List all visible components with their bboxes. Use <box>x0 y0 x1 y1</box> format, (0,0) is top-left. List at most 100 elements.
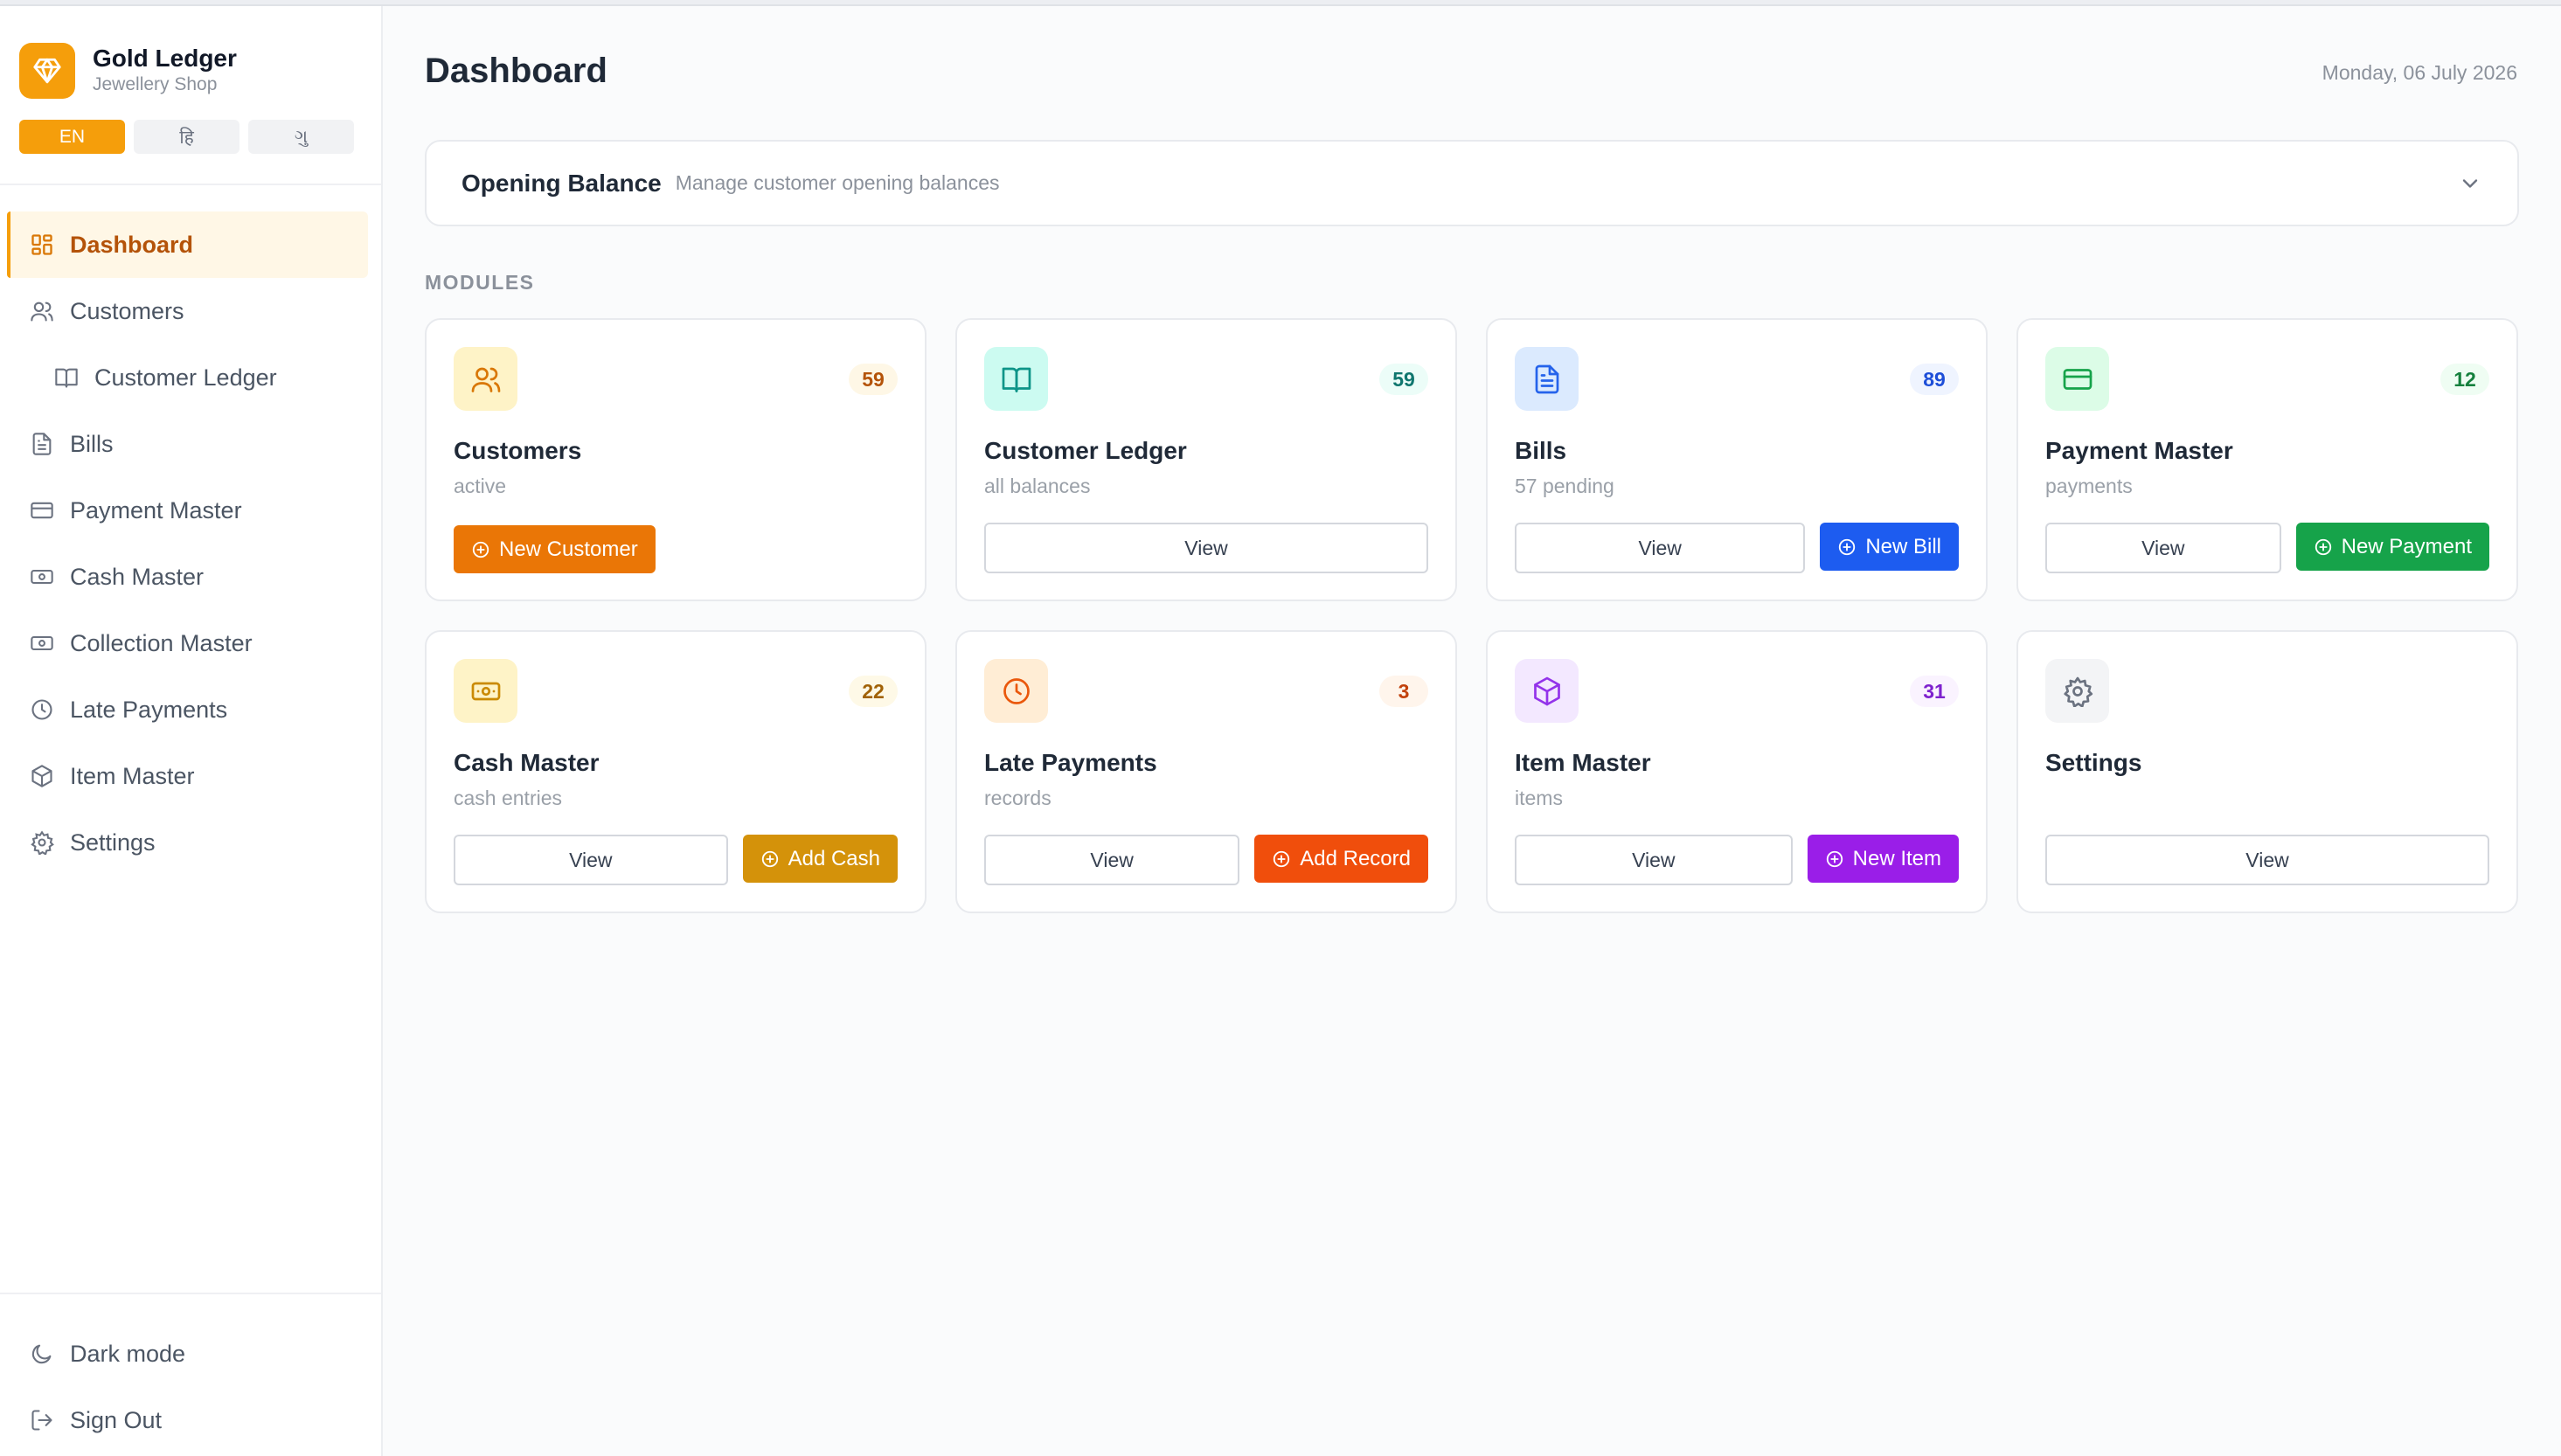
lang-gu-button[interactable]: ગુ <box>248 120 354 154</box>
action-label: New Bill <box>1865 534 1941 558</box>
sidebar-item-label: Customers <box>70 297 184 324</box>
grid-icon <box>28 231 56 259</box>
gear-icon <box>2045 659 2109 723</box>
view-item-master-button[interactable]: View <box>1515 835 1793 885</box>
module-subtitle: records <box>984 787 1051 809</box>
book-icon <box>52 364 80 392</box>
window-top-border <box>0 0 2561 6</box>
module-title: Late Payments <box>984 749 1157 776</box>
chevron-down-icon[interactable] <box>2458 171 2482 200</box>
card-icon <box>28 496 56 524</box>
diamond-icon <box>19 43 75 99</box>
action-label: New Customer <box>499 537 638 561</box>
view-bills-button[interactable]: View <box>1515 523 1806 573</box>
dark-mode-toggle[interactable]: Dark mode <box>0 1321 381 1387</box>
sidebar-item-late-payments[interactable]: Late Payments <box>0 676 381 743</box>
sidebar-item-payment-master[interactable]: Payment Master <box>0 477 381 544</box>
plus-circle-icon <box>760 849 780 869</box>
new-item-button[interactable]: New Item <box>1807 835 1959 883</box>
sidebar-item-item-master[interactable]: Item Master <box>0 743 381 809</box>
sidebar-item-settings[interactable]: Settings <box>0 809 381 876</box>
module-card-late-payments: 3 Late Payments records View Add Record <box>955 630 1457 913</box>
opening-balance-panel[interactable]: Opening Balance Manage customer opening … <box>425 140 2519 226</box>
module-card-customer-ledger: 59 Customer Ledger all balances View <box>955 318 1457 601</box>
moon-icon <box>28 1340 56 1368</box>
modules-grid: 59 Customers active New Customer 59 Custome… <box>425 318 2519 913</box>
module-subtitle: payments <box>2045 475 2133 497</box>
module-card-customers: 59 Customers active New Customer <box>425 318 927 601</box>
module-card-payment-master: 12 Payment Master payments View New Payment <box>2016 318 2518 601</box>
count-badge: 59 <box>849 364 898 395</box>
module-actions: New Customer <box>454 523 898 573</box>
count-badge: 3 <box>1379 676 1428 707</box>
current-date: Monday, 06 July 2026 <box>2322 61 2517 84</box>
action-label: New Item <box>1852 846 1941 870</box>
module-subtitle: all balances <box>984 475 1091 497</box>
module-title: Settings <box>2045 749 2142 776</box>
sidebar-item-collection-master[interactable]: Collection Master <box>0 610 381 676</box>
module-title: Item Master <box>1515 749 1651 776</box>
new-bill-button[interactable]: New Bill <box>1820 523 1959 571</box>
module-title: Payment Master <box>2045 437 2233 464</box>
module-actions: View New Payment <box>2045 523 2489 573</box>
module-actions: View <box>984 523 1428 573</box>
sign-out-button[interactable]: Sign Out <box>0 1387 381 1453</box>
sidebar-item-dashboard[interactable]: Dashboard <box>7 211 368 278</box>
action-label: Add Cash <box>788 846 880 870</box>
module-subtitle: active <box>454 475 507 497</box>
lang-hi-button[interactable]: हि <box>134 120 239 154</box>
users-icon <box>454 347 517 411</box>
sidebar-item-label: Item Master <box>70 762 195 789</box>
file-icon <box>28 430 56 458</box>
dark-mode-label: Dark mode <box>70 1340 186 1367</box>
box-icon <box>1515 659 1579 723</box>
sidebar-item-label: Collection Master <box>70 629 253 656</box>
module-card-settings: Settings View <box>2016 630 2518 913</box>
new-customer-button[interactable]: New Customer <box>454 525 656 573</box>
module-subtitle: 57 pending <box>1515 475 1614 497</box>
view-late-payments-button[interactable]: View <box>984 835 1240 885</box>
view-customer-ledger-button[interactable]: View <box>984 523 1428 573</box>
view-cash-master-button[interactable]: View <box>454 835 728 885</box>
module-title: Customers <box>454 437 582 464</box>
plus-circle-icon <box>2314 537 2333 557</box>
brand-name: Gold Ledger <box>93 45 237 72</box>
count-badge: 31 <box>1910 676 1959 707</box>
book-icon <box>984 347 1048 411</box>
opening-balance-subtitle: Manage customer opening balances <box>675 171 1000 194</box>
sidebar-item-cash-master[interactable]: Cash Master <box>0 544 381 610</box>
module-card-cash-master: 22 Cash Master cash entries View Add Cash <box>425 630 927 913</box>
clock-icon <box>984 659 1048 723</box>
sidebar-item-label: Payment Master <box>70 496 242 523</box>
sidebar-divider <box>0 184 381 185</box>
plus-circle-icon <box>1837 537 1857 557</box>
brand: Gold Ledger Jewellery Shop <box>19 43 237 99</box>
sidebar-footer: Dark mode Sign Out <box>0 1321 381 1453</box>
sidebar-nav: Dashboard Customers Customer Ledger Bill… <box>0 211 381 876</box>
sidebar-item-customers[interactable]: Customers <box>0 278 381 344</box>
module-actions: View New Bill <box>1515 523 1959 573</box>
lang-en-button[interactable]: EN <box>19 120 125 154</box>
add-cash-button[interactable]: Add Cash <box>742 835 898 883</box>
view-payment-master-button[interactable]: View <box>2045 523 2281 573</box>
sidebar-item-label: Cash Master <box>70 563 205 590</box>
opening-balance-title: Opening Balance <box>462 169 662 197</box>
module-actions: View New Item <box>1515 835 1959 885</box>
module-subtitle: items <box>1515 787 1563 809</box>
module-card-bills: 89 Bills 57 pending View New Bill <box>1486 318 1988 601</box>
gear-icon <box>28 829 56 856</box>
new-payment-button[interactable]: New Payment <box>2295 523 2489 571</box>
action-label: New Payment <box>2341 534 2472 558</box>
plus-circle-icon <box>1825 849 1844 869</box>
module-actions: View Add Record <box>984 835 1428 885</box>
sidebar-item-bills[interactable]: Bills <box>0 411 381 477</box>
sidebar-item-customer-ledger[interactable]: Customer Ledger <box>0 344 381 411</box>
file-icon <box>1515 347 1579 411</box>
logout-icon <box>28 1406 56 1434</box>
view-settings-button[interactable]: View <box>2045 835 2489 885</box>
add-record-button[interactable]: Add Record <box>1254 835 1428 883</box>
count-badge: 22 <box>849 676 898 707</box>
page-title: Dashboard <box>425 52 607 90</box>
language-switcher: EN हि ગુ <box>19 120 354 154</box>
cash-icon <box>28 563 56 591</box>
